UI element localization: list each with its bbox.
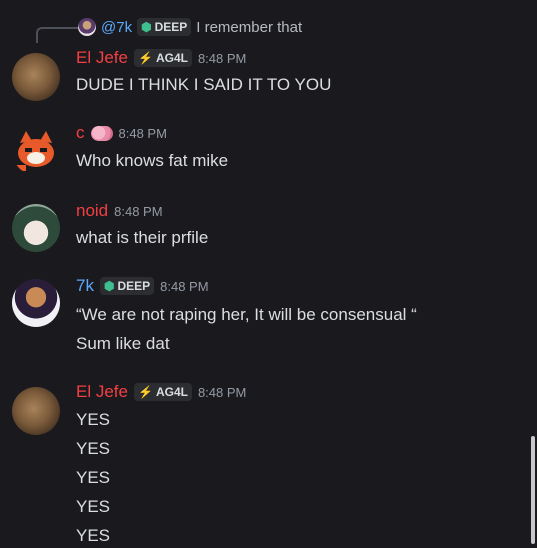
message-text: YES [76, 468, 111, 487]
message-text: Who knows fat mike [76, 151, 229, 170]
cat-avatar-icon [16, 131, 54, 171]
reply-connector [36, 27, 78, 43]
message-text: YES [76, 439, 111, 458]
message-text: YES [76, 526, 111, 545]
author-name[interactable]: c [76, 123, 85, 143]
brain-icon [90, 125, 113, 141]
timestamp: 8:48 PM [118, 125, 167, 141]
shield-icon: ⬢ [141, 20, 152, 34]
message-text: “We are not raping her, It will be conse… [76, 305, 417, 324]
avatar[interactable] [12, 127, 60, 175]
reply-deep-badge: ⬢ DEEP [137, 18, 192, 36]
author-name[interactable]: El Jefe [76, 382, 128, 402]
reply-avatar [78, 18, 96, 36]
badge-label: AG4L [155, 385, 188, 399]
reply-preview[interactable]: @7k ⬢ DEEP I remember that [78, 16, 302, 38]
author-name[interactable]: El Jefe [76, 48, 128, 68]
message-text: what is their prfile [76, 228, 209, 247]
badge-label: AG4L [155, 51, 188, 65]
ag4l-badge: ⚡ AG4L [133, 383, 192, 401]
timestamp: 8:48 PM [197, 50, 247, 66]
timestamp: 8:48 PM [160, 278, 209, 294]
badge-label: DEEP [117, 279, 151, 293]
reply-author[interactable]: @7k [101, 19, 132, 36]
avatar[interactable] [12, 204, 60, 252]
timestamp: 8:48 PM [197, 384, 247, 400]
shield-icon: ⬢ [103, 279, 115, 293]
reply-badge-label: DEEP [154, 20, 188, 34]
message-text: YES [76, 497, 111, 516]
message-text: DUDE I THINK I SAID IT TO YOU [76, 75, 332, 94]
author-name[interactable]: 7k [76, 276, 94, 296]
message-text: Sum like dat [76, 334, 170, 353]
author-name[interactable]: noid [76, 201, 108, 221]
scrollbar[interactable] [531, 436, 535, 544]
avatar[interactable] [12, 53, 60, 101]
lightning-icon: ⚡ [137, 51, 153, 65]
message-text: YES [76, 410, 111, 429]
deep-badge: ⬢ DEEP [99, 277, 155, 295]
avatar[interactable] [12, 279, 60, 327]
reply-text: I remember that [196, 18, 303, 36]
lightning-icon: ⚡ [137, 385, 153, 399]
timestamp: 8:48 PM [114, 203, 163, 219]
ag4l-badge: ⚡ AG4L [133, 49, 192, 67]
avatar[interactable] [12, 387, 60, 435]
